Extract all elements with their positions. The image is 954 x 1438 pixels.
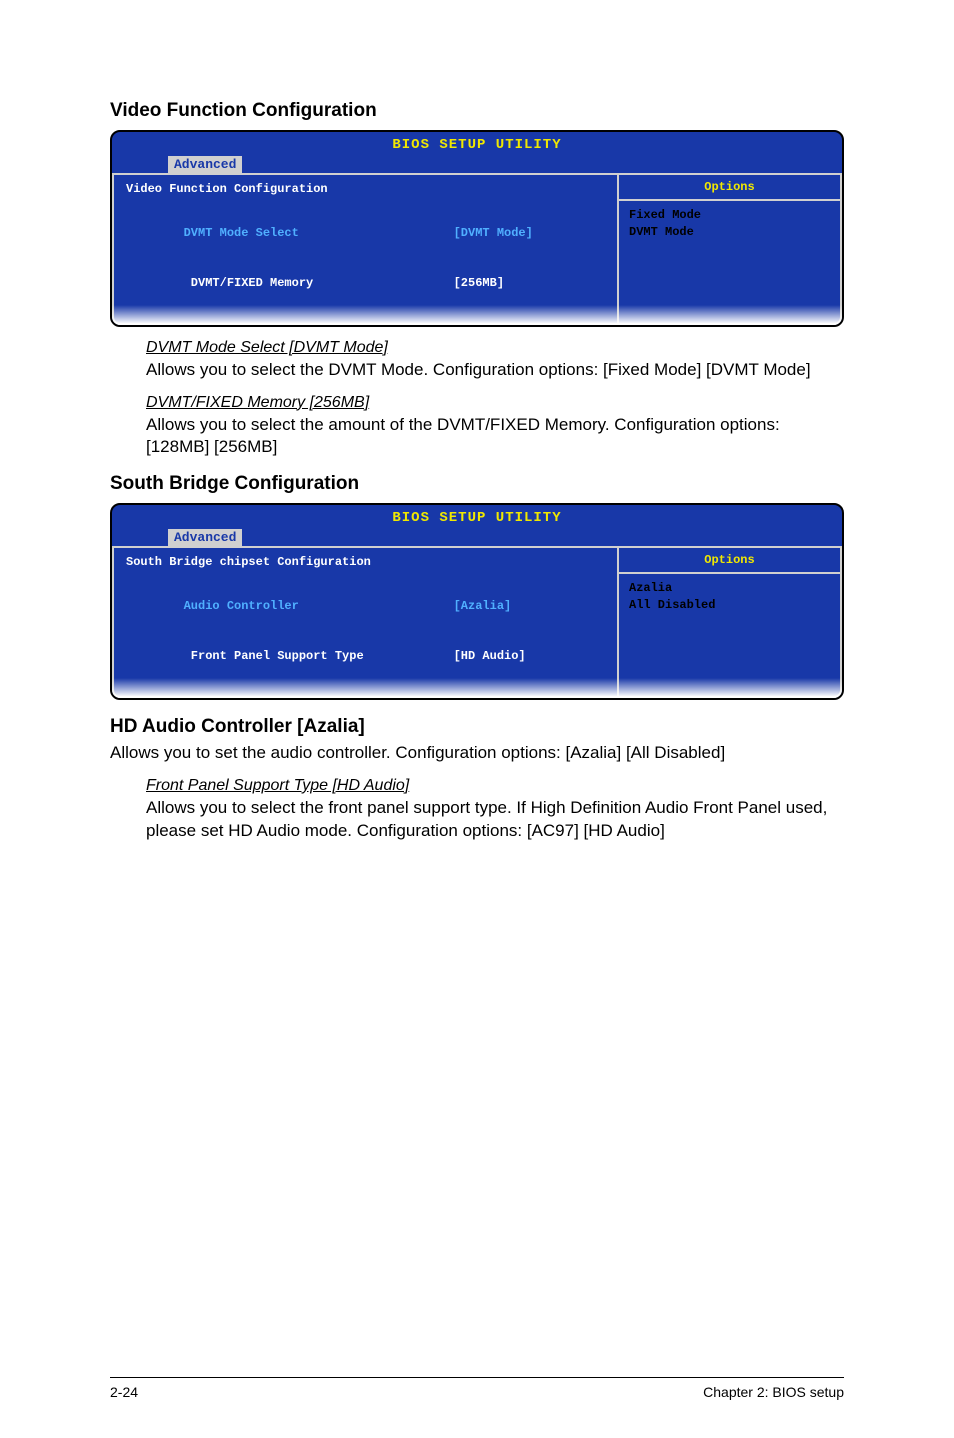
options-list: Azalia All Disabled: [619, 574, 840, 620]
bios-left-panel: South Bridge chipset Configuration Audio…: [112, 546, 617, 698]
bios-panel-title: South Bridge chipset Configuration: [126, 554, 605, 571]
bios-setting-audio-controller[interactable]: Audio Controller[Azalia]: [126, 581, 605, 631]
bios-setting-value: [256MB]: [454, 275, 504, 292]
option-fixed-mode[interactable]: Fixed Mode: [629, 207, 830, 224]
bios-setting-label: Audio Controller: [184, 598, 454, 615]
body-text-dvmt-mode: Allows you to select the DVMT Mode. Conf…: [146, 359, 840, 382]
bios-setting-dvmt-memory[interactable]: DVMT/FIXED Memory[256MB]: [126, 258, 605, 308]
bios-tab-row: Advanced: [112, 155, 842, 173]
options-list: Fixed Mode DVMT Mode: [619, 201, 840, 247]
body-text-hd-audio: Allows you to set the audio controller. …: [110, 742, 844, 765]
bios-setting-front-panel[interactable]: Front Panel Support Type[HD Audio]: [126, 632, 605, 682]
page-footer: 2-24 Chapter 2: BIOS setup: [110, 1377, 844, 1400]
body-text-front-panel: Allows you to select the front panel sup…: [146, 797, 840, 843]
chapter-label: Chapter 2: BIOS setup: [703, 1384, 844, 1400]
bios-right-panel: Options Azalia All Disabled: [617, 546, 842, 698]
bios-right-panel: Options Fixed Mode DVMT Mode: [617, 173, 842, 325]
page-number: 2-24: [110, 1384, 138, 1400]
bios-tab-advanced[interactable]: Advanced: [168, 156, 242, 173]
bios-setting-value: [HD Audio]: [454, 648, 526, 665]
bios-left-panel: Video Function Configuration DVMT Mode S…: [112, 173, 617, 325]
option-azalia[interactable]: Azalia: [629, 580, 830, 597]
bios-tab-row: Advanced: [112, 528, 842, 546]
bios-body: Video Function Configuration DVMT Mode S…: [112, 173, 842, 325]
bios-setting-value: [Azalia]: [454, 598, 512, 615]
bios-body: South Bridge chipset Configuration Audio…: [112, 546, 842, 698]
bios-panel-video: BIOS SETUP UTILITY Advanced Video Functi…: [110, 130, 844, 327]
bios-setting-dvmt-mode[interactable]: DVMT Mode Select[DVMT Mode]: [126, 208, 605, 258]
bios-setting-label: Front Panel Support Type: [184, 648, 454, 665]
bios-setting-label: DVMT Mode Select: [184, 225, 454, 242]
bios-tab-advanced[interactable]: Advanced: [168, 529, 242, 546]
options-header: Options: [619, 548, 840, 574]
bios-title: BIOS SETUP UTILITY: [392, 510, 561, 526]
bios-title-bar: BIOS SETUP UTILITY: [112, 505, 842, 528]
sub-heading-dvmt-memory: DVMT/FIXED Memory [256MB]: [146, 394, 844, 412]
spacer: [126, 571, 605, 581]
section-heading-hd-audio: HD Audio Controller [Azalia]: [110, 716, 844, 738]
body-text-dvmt-memory: Allows you to select the amount of the D…: [146, 414, 840, 460]
sub-heading-dvmt-mode: DVMT Mode Select [DVMT Mode]: [146, 339, 844, 357]
sub-heading-front-panel: Front Panel Support Type [HD Audio]: [146, 777, 844, 795]
bios-setting-label: DVMT/FIXED Memory: [184, 275, 454, 292]
spacer: [126, 198, 605, 208]
options-header: Options: [619, 175, 840, 201]
option-all-disabled[interactable]: All Disabled: [629, 597, 830, 614]
option-dvmt-mode[interactable]: DVMT Mode: [629, 224, 830, 241]
section-heading-south-bridge: South Bridge Configuration: [110, 473, 844, 495]
bios-setting-value: [DVMT Mode]: [454, 225, 533, 242]
bios-panel-south-bridge: BIOS SETUP UTILITY Advanced South Bridge…: [110, 503, 844, 700]
bios-title: BIOS SETUP UTILITY: [392, 137, 561, 153]
bios-title-bar: BIOS SETUP UTILITY: [112, 132, 842, 155]
section-heading-video: Video Function Configuration: [110, 100, 844, 122]
bios-panel-title: Video Function Configuration: [126, 181, 605, 198]
